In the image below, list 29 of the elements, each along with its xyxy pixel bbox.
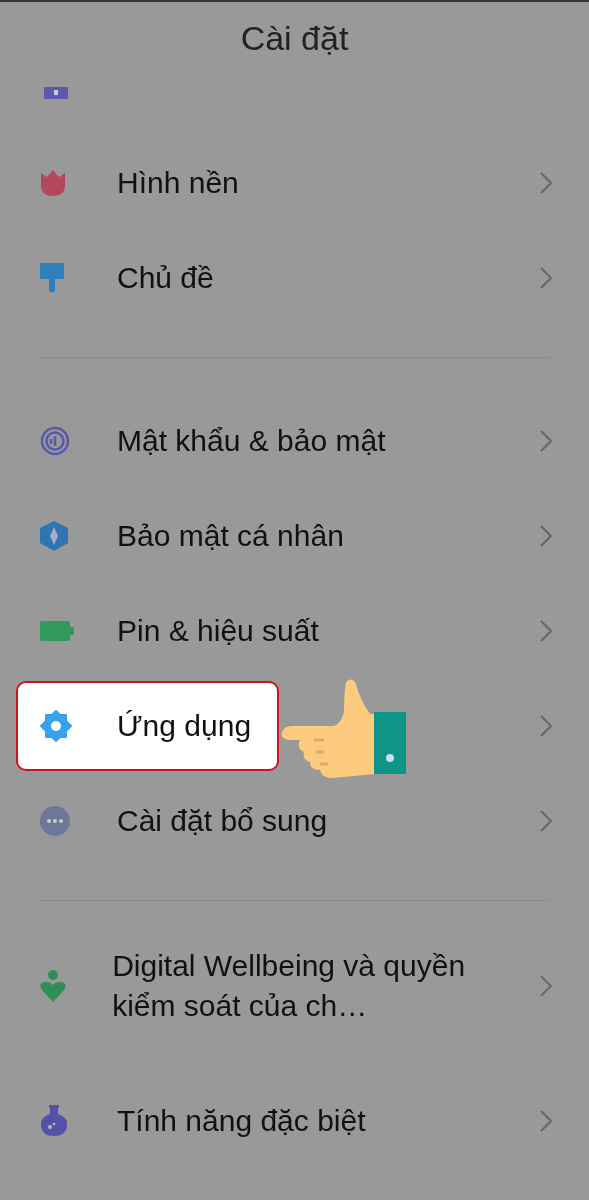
chevron-right-icon [540, 974, 552, 997]
chevron-right-icon [540, 809, 552, 832]
chevron-right-icon [540, 171, 552, 194]
chevron-right-icon [540, 714, 552, 737]
settings-icon [40, 709, 72, 742]
more-icon [40, 805, 70, 836]
setting-item[interactable]: Bảo mật cá nhân [117, 515, 344, 556]
flask-icon [40, 1104, 68, 1137]
setting-item[interactable]: Chủ đề [117, 257, 214, 298]
chevron-right-icon [540, 524, 552, 547]
battery-icon [40, 620, 74, 641]
tulip-icon [40, 168, 66, 197]
setting-item[interactable]: Mật khẩu & bảo mật [117, 420, 386, 461]
chevron-right-icon [540, 619, 552, 642]
heart-person-icon [40, 969, 66, 1002]
setting-item[interactable]: Hình nền [117, 162, 239, 203]
screen-icon [44, 87, 68, 99]
shield-icon [40, 520, 68, 551]
setting-item[interactable]: Digital Wellbeing và quyền kiểm soát của ch… [112, 945, 513, 1026]
chevron-right-icon [540, 266, 552, 289]
chevron-right-icon [540, 429, 552, 452]
paint-roller-icon [40, 262, 64, 293]
setting-item[interactable]: Ứng dụng [117, 705, 252, 746]
screen-title: Cài đặt [240, 19, 349, 58]
setting-item[interactable]: Pin & hiệu suất [117, 610, 319, 651]
fingerprint-icon [40, 425, 70, 456]
chevron-right-icon [540, 1109, 552, 1132]
setting-item[interactable]: Tính năng đặc biệt [117, 1100, 366, 1141]
setting-item[interactable]: Cài đặt bổ sung [117, 800, 328, 841]
